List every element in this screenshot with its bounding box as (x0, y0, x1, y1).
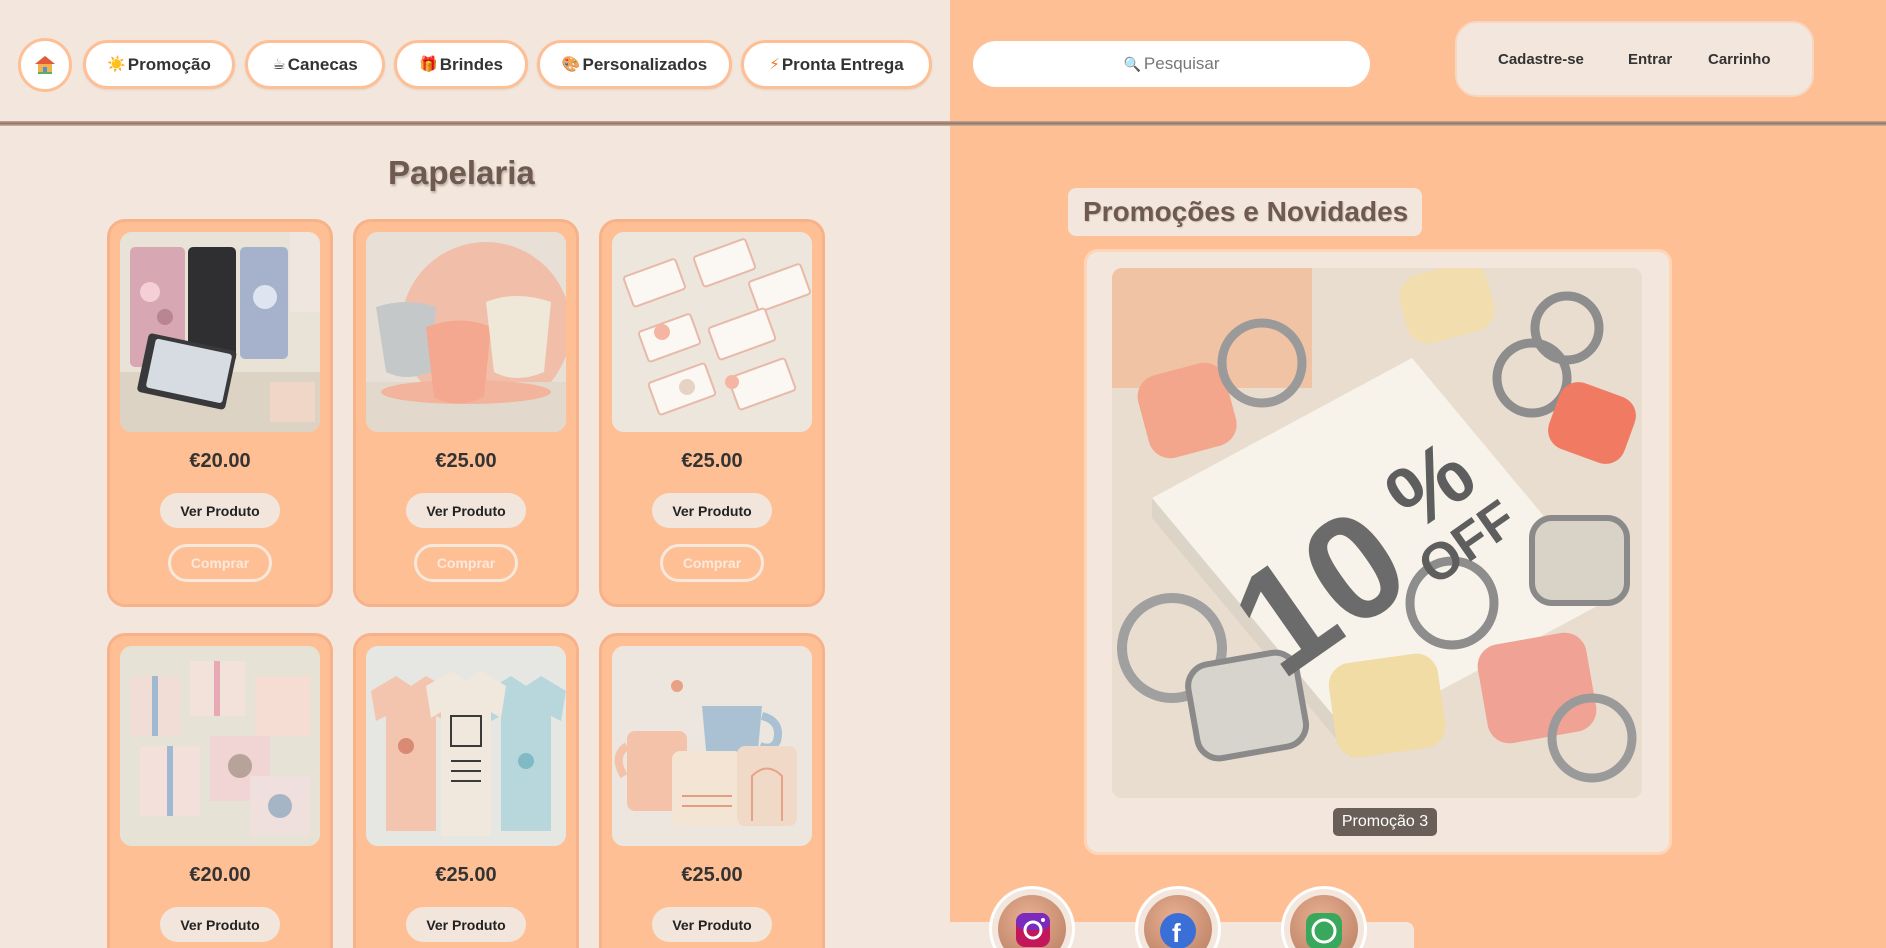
product-price: €25.00 (435, 864, 497, 886)
product-image[interactable] (366, 232, 566, 432)
lightning-icon: ⚡ (769, 56, 780, 73)
sun-icon: ☀️ (107, 56, 126, 73)
view-product-button[interactable]: Ver Produto (406, 907, 526, 942)
nav-canecas[interactable]: ☕ Canecas (245, 40, 385, 89)
view-product-button[interactable]: Ver Produto (652, 907, 772, 942)
header-divider (0, 121, 1886, 126)
product-card: €20.00 Ver Produto (107, 633, 333, 948)
search-input[interactable]: 🔍 Pesquisar (973, 41, 1370, 87)
whatsapp-icon[interactable] (1281, 886, 1367, 948)
view-product-button[interactable]: Ver Produto (406, 493, 526, 528)
svg-text:f: f (1172, 918, 1181, 948)
view-product-button[interactable]: Ver Produto (160, 493, 280, 528)
promo-image[interactable]: 10 % OFF (1112, 268, 1642, 798)
product-image[interactable] (120, 232, 320, 432)
product-card: €25.00 Ver Produto (599, 633, 825, 948)
product-image[interactable] (612, 646, 812, 846)
buy-button[interactable]: Comprar (660, 544, 764, 582)
product-price: €25.00 (681, 450, 743, 472)
mug-icon: ☕ (272, 56, 286, 73)
cart-link[interactable]: Carrinho (1708, 51, 1771, 68)
nav-personalizados[interactable]: 🎨 Personalizados (537, 40, 732, 89)
login-link[interactable]: Entrar (1628, 51, 1672, 68)
product-price: €20.00 (189, 450, 251, 472)
nav-pronta-entrega[interactable]: ⚡ Pronta Entrega (741, 40, 932, 89)
home-button[interactable] (18, 38, 72, 92)
home-icon (35, 56, 55, 74)
search-placeholder: Pesquisar (1143, 54, 1220, 73)
nav-brindes[interactable]: 🎁 Brindes (394, 40, 528, 89)
product-price: €25.00 (681, 864, 743, 886)
account-panel: Cadastre-se Entrar Carrinho (1455, 21, 1814, 97)
buy-button[interactable]: Comprar (414, 544, 518, 582)
product-card: €20.00 Ver Produto Comprar (107, 219, 333, 607)
gift-icon: 🎁 (419, 56, 438, 73)
view-product-button[interactable]: Ver Produto (160, 907, 280, 942)
product-card: €25.00 Ver Produto Comprar (599, 219, 825, 607)
search-icon: 🔍 (1123, 55, 1141, 72)
view-product-button[interactable]: Ver Produto (652, 493, 772, 528)
facebook-icon[interactable]: f (1135, 886, 1221, 948)
nav-label: Brindes (439, 54, 503, 74)
buy-button[interactable]: Comprar (168, 544, 272, 582)
product-price: €20.00 (189, 864, 251, 886)
nav-label: Promoção (127, 54, 211, 74)
signup-link[interactable]: Cadastre-se (1498, 51, 1584, 68)
nav-label: Canecas (287, 54, 358, 74)
product-image[interactable] (120, 646, 320, 846)
nav-label: Pronta Entrega (781, 54, 904, 74)
section-title: Papelaria (388, 154, 535, 191)
product-image[interactable] (366, 646, 566, 846)
palette-icon: 🎨 (561, 56, 581, 73)
product-image[interactable] (612, 232, 812, 432)
product-price: €25.00 (435, 450, 497, 472)
instagram-icon[interactable] (989, 886, 1075, 948)
product-card: €25.00 Ver Produto (353, 633, 579, 948)
promo-caption: Promoção 3 (1333, 808, 1437, 836)
product-card: €25.00 Ver Produto Comprar (353, 219, 579, 607)
nav-label: Personalizados (582, 54, 708, 74)
nav-promocao[interactable]: ☀️ Promoção (83, 40, 235, 89)
promo-title: Promoções e Novidades (1068, 188, 1422, 236)
